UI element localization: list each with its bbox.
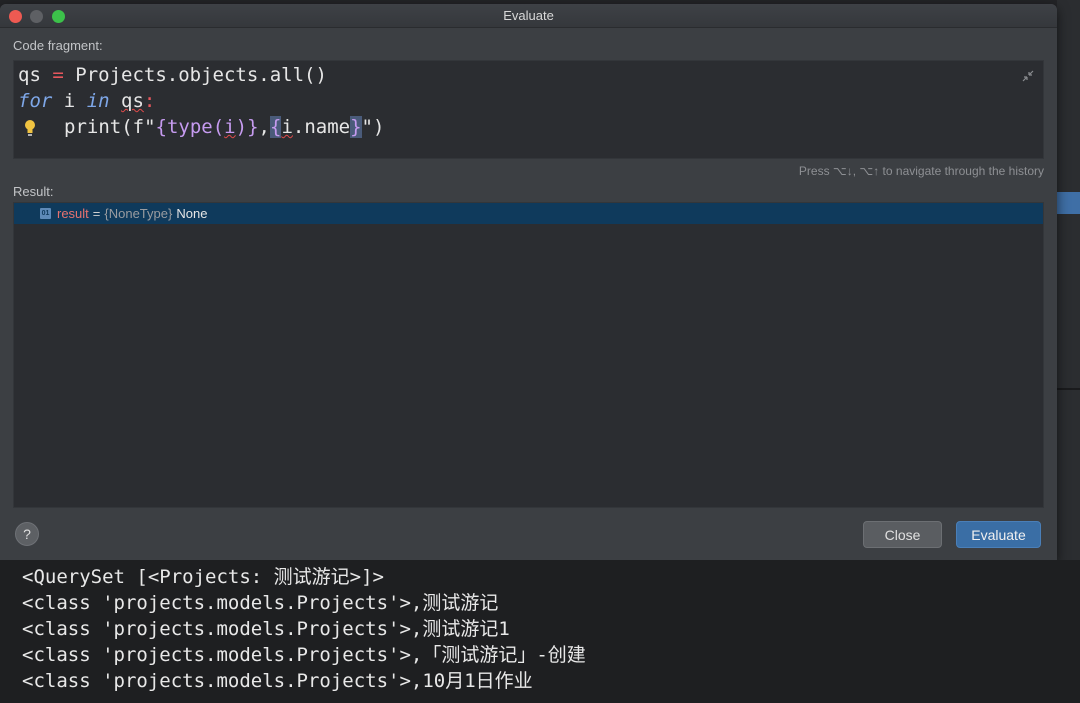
code-brace: { xyxy=(269,116,282,138)
result-label: Result: xyxy=(13,184,54,199)
ide-right-strip xyxy=(1057,0,1080,560)
code-brace: { xyxy=(155,116,167,138)
result-name: result xyxy=(57,206,89,221)
code-line-1: qs = Projects.objects.all() xyxy=(18,62,327,88)
history-hint: Press ⌥↓, ⌥↑ to navigate through the his… xyxy=(798,164,1044,178)
console-line: <class 'projects.models.Projects'>,测试游记1 xyxy=(22,618,510,640)
ide-selected-line xyxy=(1057,192,1080,214)
console-line: <QuerySet [<Projects: 测试游记>]> xyxy=(22,566,384,588)
code-fragment-label: Code fragment: xyxy=(13,38,103,53)
code-token: qs xyxy=(121,90,144,112)
lightbulb-icon[interactable] xyxy=(23,119,37,137)
code-token: i xyxy=(63,90,76,112)
code-token: , xyxy=(258,116,270,138)
evaluate-button[interactable]: Evaluate xyxy=(956,521,1041,548)
code-token: qs xyxy=(18,64,41,86)
code-token: i xyxy=(281,116,293,138)
code-brace: } xyxy=(350,116,362,138)
code-keyword: in xyxy=(86,90,110,112)
code-token: Projects.objects.all() xyxy=(75,64,327,86)
result-tree[interactable]: 01 result = {NoneType} None xyxy=(13,202,1044,508)
collapse-icon[interactable] xyxy=(1021,69,1035,83)
console-line: <class 'projects.models.Projects'>,测试游记 xyxy=(22,592,499,614)
code-token: type( xyxy=(166,116,225,138)
close-button[interactable]: Close xyxy=(863,521,942,548)
code-operator: = xyxy=(52,64,64,86)
result-type: {NoneType} xyxy=(104,206,173,221)
result-value: None xyxy=(176,206,208,221)
help-button[interactable]: ? xyxy=(15,522,39,546)
result-equals: = xyxy=(92,206,101,221)
window-title: Evaluate xyxy=(503,8,554,23)
console-line: <class 'projects.models.Projects'>,10月1日… xyxy=(22,670,533,692)
result-row[interactable]: 01 result = {NoneType} None xyxy=(14,203,1043,224)
console-line: <class 'projects.models.Projects'>,「测试游记… xyxy=(22,644,586,666)
code-line-3: print(f"{type(i)},{i.name}") xyxy=(64,114,384,140)
console-output: <QuerySet [<Projects: 测试游记>]> <class 'pr… xyxy=(0,560,1080,703)
code-token: i xyxy=(224,116,236,138)
code-keyword: for xyxy=(18,90,53,112)
title-bar: Evaluate xyxy=(0,4,1057,28)
variable-icon: 01 xyxy=(40,208,51,219)
code-editor[interactable]: qs = Projects.objects.all() for i in qs:… xyxy=(13,60,1044,159)
evaluate-dialog: Evaluate Code fragment: qs = Projects.ob… xyxy=(0,4,1057,560)
code-line-2: for i in qs: xyxy=(18,88,155,114)
code-token: ) xyxy=(235,116,248,138)
code-brace: } xyxy=(247,116,259,138)
code-token: print(f" xyxy=(64,116,156,138)
code-token: ") xyxy=(361,116,385,138)
ide-divider xyxy=(1057,388,1080,390)
code-token: .name xyxy=(292,116,351,138)
code-colon: : xyxy=(143,90,156,112)
